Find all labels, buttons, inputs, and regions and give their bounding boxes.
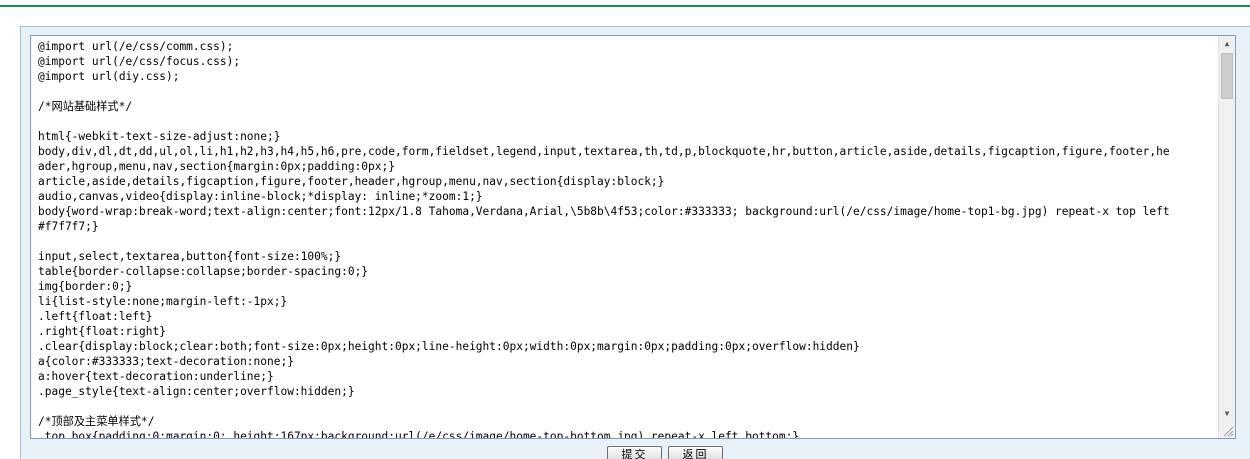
code-line: #f7f7f7;} [38, 220, 99, 233]
code-line: @import url(diy.css); [38, 70, 180, 83]
code-line: input,select,textarea,button{font-size:1… [38, 250, 342, 263]
code-line: @import url(/e/css/focus.css); [38, 55, 241, 68]
code-line: /*顶部及主菜单样式*/ [38, 415, 155, 428]
code-textarea[interactable]: @import url(/e/css/comm.css); @import url… [30, 35, 1236, 439]
code-line: audio,canvas,video{display:inline-block;… [38, 190, 483, 203]
code-line: .clear{display:block;clear:both;font-siz… [38, 340, 860, 353]
code-line: img{border:0;} [38, 280, 133, 293]
scrollbar-thumb[interactable] [1221, 53, 1233, 99]
resize-grip-icon[interactable] [1220, 423, 1234, 437]
code-line: html{-webkit-text-size-adjust:none;} [38, 130, 281, 143]
code-content[interactable]: @import url(/e/css/comm.css); @import url… [38, 39, 1218, 439]
code-line: li{list-style:none;margin-left:-1px;} [38, 295, 288, 308]
submit-button[interactable]: 提交 [607, 446, 662, 459]
code-line: ader,hgroup,menu,nav,section{margin:0px;… [38, 160, 395, 173]
code-line: body,div,dl,dt,dd,ul,ol,li,h1,h2,h3,h4,h… [38, 145, 1170, 158]
vertical-scrollbar[interactable]: ▲ ▼ [1218, 36, 1235, 438]
scroll-up-arrow-icon[interactable]: ▲ [1219, 36, 1235, 52]
code-line: a{color:#333333;text-decoration:none;} [38, 355, 294, 368]
header-divider [0, 5, 1250, 7]
back-button[interactable]: 返回 [668, 446, 723, 459]
code-line: /*网站基础样式*/ [38, 100, 133, 113]
code-line: .right{float:right} [38, 325, 166, 338]
code-line: .left{float:left} [38, 310, 153, 323]
scroll-down-arrow-icon[interactable]: ▼ [1219, 406, 1235, 422]
code-line: a:hover{text-decoration:underline;} [38, 370, 274, 383]
code-line: body{word-wrap:break-word;text-align:cen… [38, 205, 1170, 218]
code-line: .page_style{text-align:center;overflow:h… [38, 385, 355, 398]
code-line: article,aside,details,figcaption,figure,… [38, 175, 665, 188]
code-line: @import url(/e/css/comm.css); [38, 40, 234, 53]
code-line: table{border-collapse:collapse;border-sp… [38, 265, 369, 278]
code-line: .top_box{padding:0;margin:0; height:167p… [38, 430, 800, 439]
